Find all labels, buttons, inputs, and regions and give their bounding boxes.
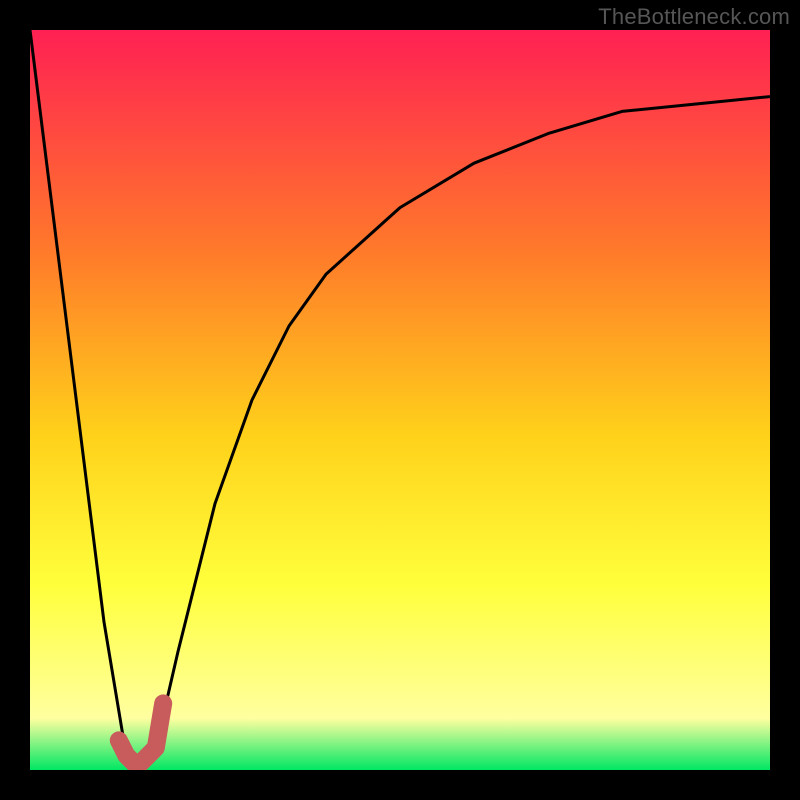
plot-area (30, 30, 770, 770)
watermark-text: TheBottleneck.com (598, 4, 790, 30)
chart-frame: TheBottleneck.com (0, 0, 800, 800)
gradient-background (30, 30, 770, 770)
chart-svg (30, 30, 770, 770)
